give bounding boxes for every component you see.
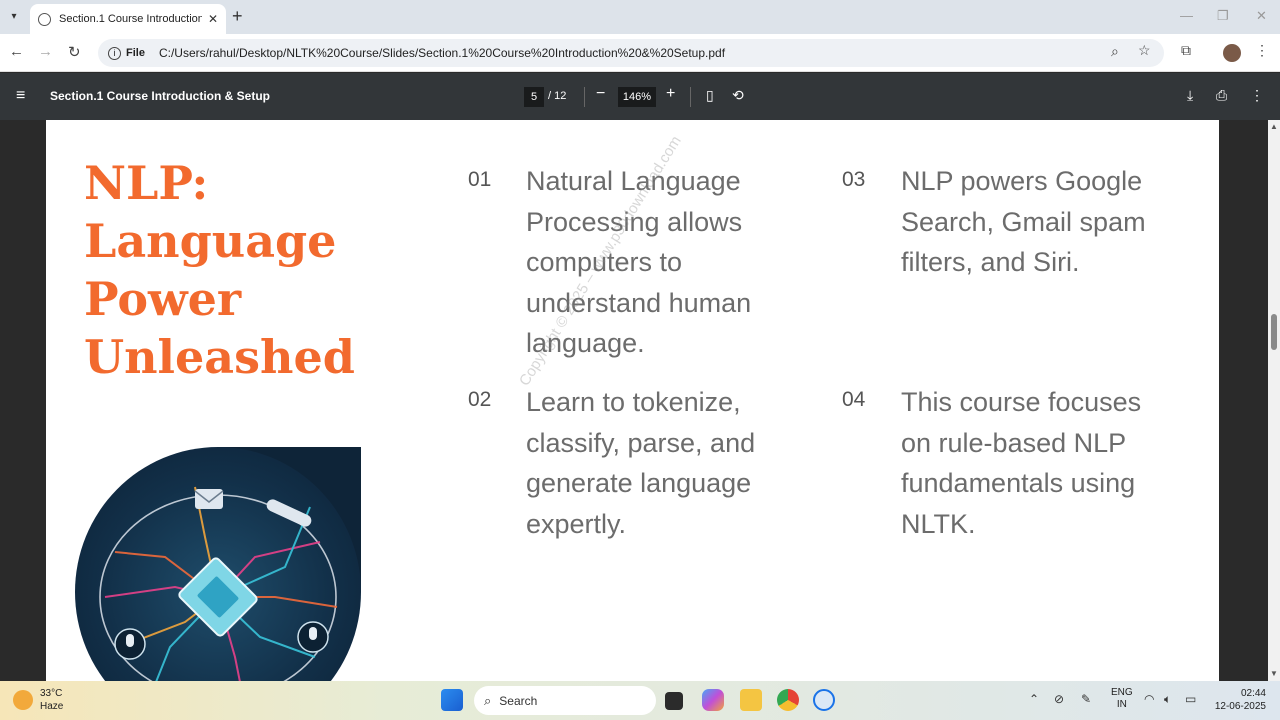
weather-temperature: 33°C [40, 688, 63, 699]
volume-icon[interactable]: 🔈︎ [1164, 692, 1171, 707]
browser-toolbar: ← → ↻ i File C:/Users/rahul/Desktop/NLTK… [0, 34, 1280, 72]
fit-page-icon[interactable]: ▯ [706, 87, 714, 104]
item-number: 01 [468, 168, 492, 191]
zoom-in-icon[interactable]: + [666, 85, 675, 103]
wifi-icon[interactable]: ◠ [1144, 692, 1154, 706]
active-app-icon[interactable] [813, 689, 835, 711]
item-text: This course focuses on rule-based NLP fu… [901, 387, 1142, 539]
tray-overflow-icon[interactable]: ⌃ [1029, 692, 1039, 706]
weather-sun-icon[interactable] [13, 690, 33, 710]
network-status-icon[interactable]: ⊘ [1054, 692, 1064, 706]
profile-avatar[interactable] [1223, 44, 1241, 62]
bookmark-star-icon[interactable]: ☆ [1138, 42, 1151, 59]
browser-menu-icon[interactable]: ⋮ [1255, 42, 1269, 59]
headline-line: NLP: [84, 156, 209, 210]
pdf-sidebar-menu-icon[interactable]: ≡ [16, 87, 25, 105]
pdf-more-icon[interactable]: ⋮ [1250, 87, 1264, 104]
weather-condition: Haze [40, 701, 64, 712]
windows-start-icon[interactable] [441, 689, 463, 711]
tab-search-chevron-icon[interactable]: ▾ [4, 6, 24, 26]
item-number: 03 [842, 168, 866, 191]
weather-widget[interactable]: 33°C Haze [40, 687, 63, 713]
item-text: NLP powers Google Search, Gmail spam fil… [901, 166, 1146, 277]
minimize-icon[interactable]: — [1180, 8, 1193, 23]
scroll-down-icon[interactable]: ▼ [1270, 669, 1278, 678]
pdf-page: NLP: Language Power Unleashed 01 Natural… [46, 120, 1219, 681]
slide-headline: NLP: Language Power Unleashed [84, 154, 355, 386]
reload-icon[interactable]: ↻ [68, 43, 81, 61]
pdf-document-title: Section.1 Course Introduction & Setup [50, 89, 271, 103]
extensions-icon[interactable]: ⧉ [1181, 42, 1191, 59]
item-text: Natural Language Processing allows compu… [526, 166, 752, 358]
close-tab-icon[interactable]: ✕ [208, 12, 218, 26]
windows-taskbar: 33°C Haze ⌕ Search ⌃ ⊘ ✎ ENG IN ◠ 🔈︎ ▭ 0… [0, 681, 1280, 720]
pen-input-icon[interactable]: ✎ [1081, 692, 1091, 706]
item-text: Learn to tokenize, classify, parse, and … [526, 387, 756, 539]
language-code: ENG [1111, 687, 1133, 698]
vertical-scrollbar[interactable]: ▲ ▼ [1268, 120, 1280, 681]
pdf-toolbar: ≡ Section.1 Course Introduction & Setup … [0, 73, 1280, 120]
file-explorer-icon[interactable] [740, 689, 762, 711]
clock-date: 12-06-2025 [1214, 701, 1266, 712]
download-icon[interactable]: ⤓ [1187, 87, 1193, 104]
zoom-level-input[interactable]: 146% [618, 87, 656, 107]
new-tab-icon[interactable]: + [232, 6, 243, 27]
scrollbar-thumb[interactable] [1271, 314, 1277, 350]
task-view-icon[interactable] [665, 692, 683, 710]
language-indicator[interactable]: ENG IN [1111, 687, 1133, 711]
rotate-icon[interactable]: ⟲ [732, 87, 744, 104]
taskbar-search-label: Search [499, 693, 538, 708]
tab-strip: ▾ Section.1 Course Introduction & ✕ + — … [0, 0, 1280, 34]
url-scheme-label: File [126, 47, 145, 59]
browser-tab-active[interactable]: Section.1 Course Introduction & ✕ [30, 4, 226, 34]
address-bar[interactable]: i File C:/Users/rahul/Desktop/NLTK%20Cou… [98, 39, 1164, 67]
headline-line: Unleashed [84, 330, 355, 384]
copilot-icon[interactable] [702, 689, 724, 711]
item-number: 02 [468, 388, 492, 411]
battery-icon[interactable]: ▭ [1185, 692, 1196, 706]
toolbar-divider [584, 87, 585, 107]
taskbar-search[interactable]: ⌕ Search [474, 686, 656, 715]
region-code: IN [1116, 699, 1127, 710]
tab-title: Section.1 Course Introduction & [59, 13, 202, 25]
search-icon: ⌕ [484, 692, 492, 708]
toolbar-divider [690, 87, 691, 107]
zoom-magnifier-icon[interactable]: ⌕ [1111, 43, 1119, 60]
info-icon[interactable]: i [108, 46, 121, 60]
headline-line: Language [84, 214, 337, 268]
url-text[interactable]: C:/Users/rahul/Desktop/NLTK%20Course/Sli… [159, 46, 725, 60]
zoom-out-icon[interactable]: − [596, 85, 605, 103]
pdf-viewer[interactable]: NLP: Language Power Unleashed 01 Natural… [0, 120, 1268, 681]
forward-icon[interactable]: → [38, 43, 53, 60]
maximize-icon[interactable]: ❐ [1217, 8, 1229, 24]
page-number-input[interactable]: 5 [524, 87, 544, 107]
system-clock[interactable]: 02:44 12-06-2025 [1210, 687, 1266, 713]
window-close-icon[interactable]: ✕ [1256, 8, 1267, 24]
headline-line: Power [84, 272, 242, 326]
print-icon[interactable]: ⎙ [1216, 87, 1227, 104]
globe-icon [38, 12, 51, 26]
page-total: / 12 [548, 90, 567, 102]
scroll-up-icon[interactable]: ▲ [1270, 122, 1278, 131]
chrome-icon[interactable] [777, 689, 799, 711]
clock-time: 02:44 [1240, 688, 1266, 699]
item-number: 04 [842, 388, 866, 411]
back-icon[interactable]: ← [9, 43, 24, 60]
